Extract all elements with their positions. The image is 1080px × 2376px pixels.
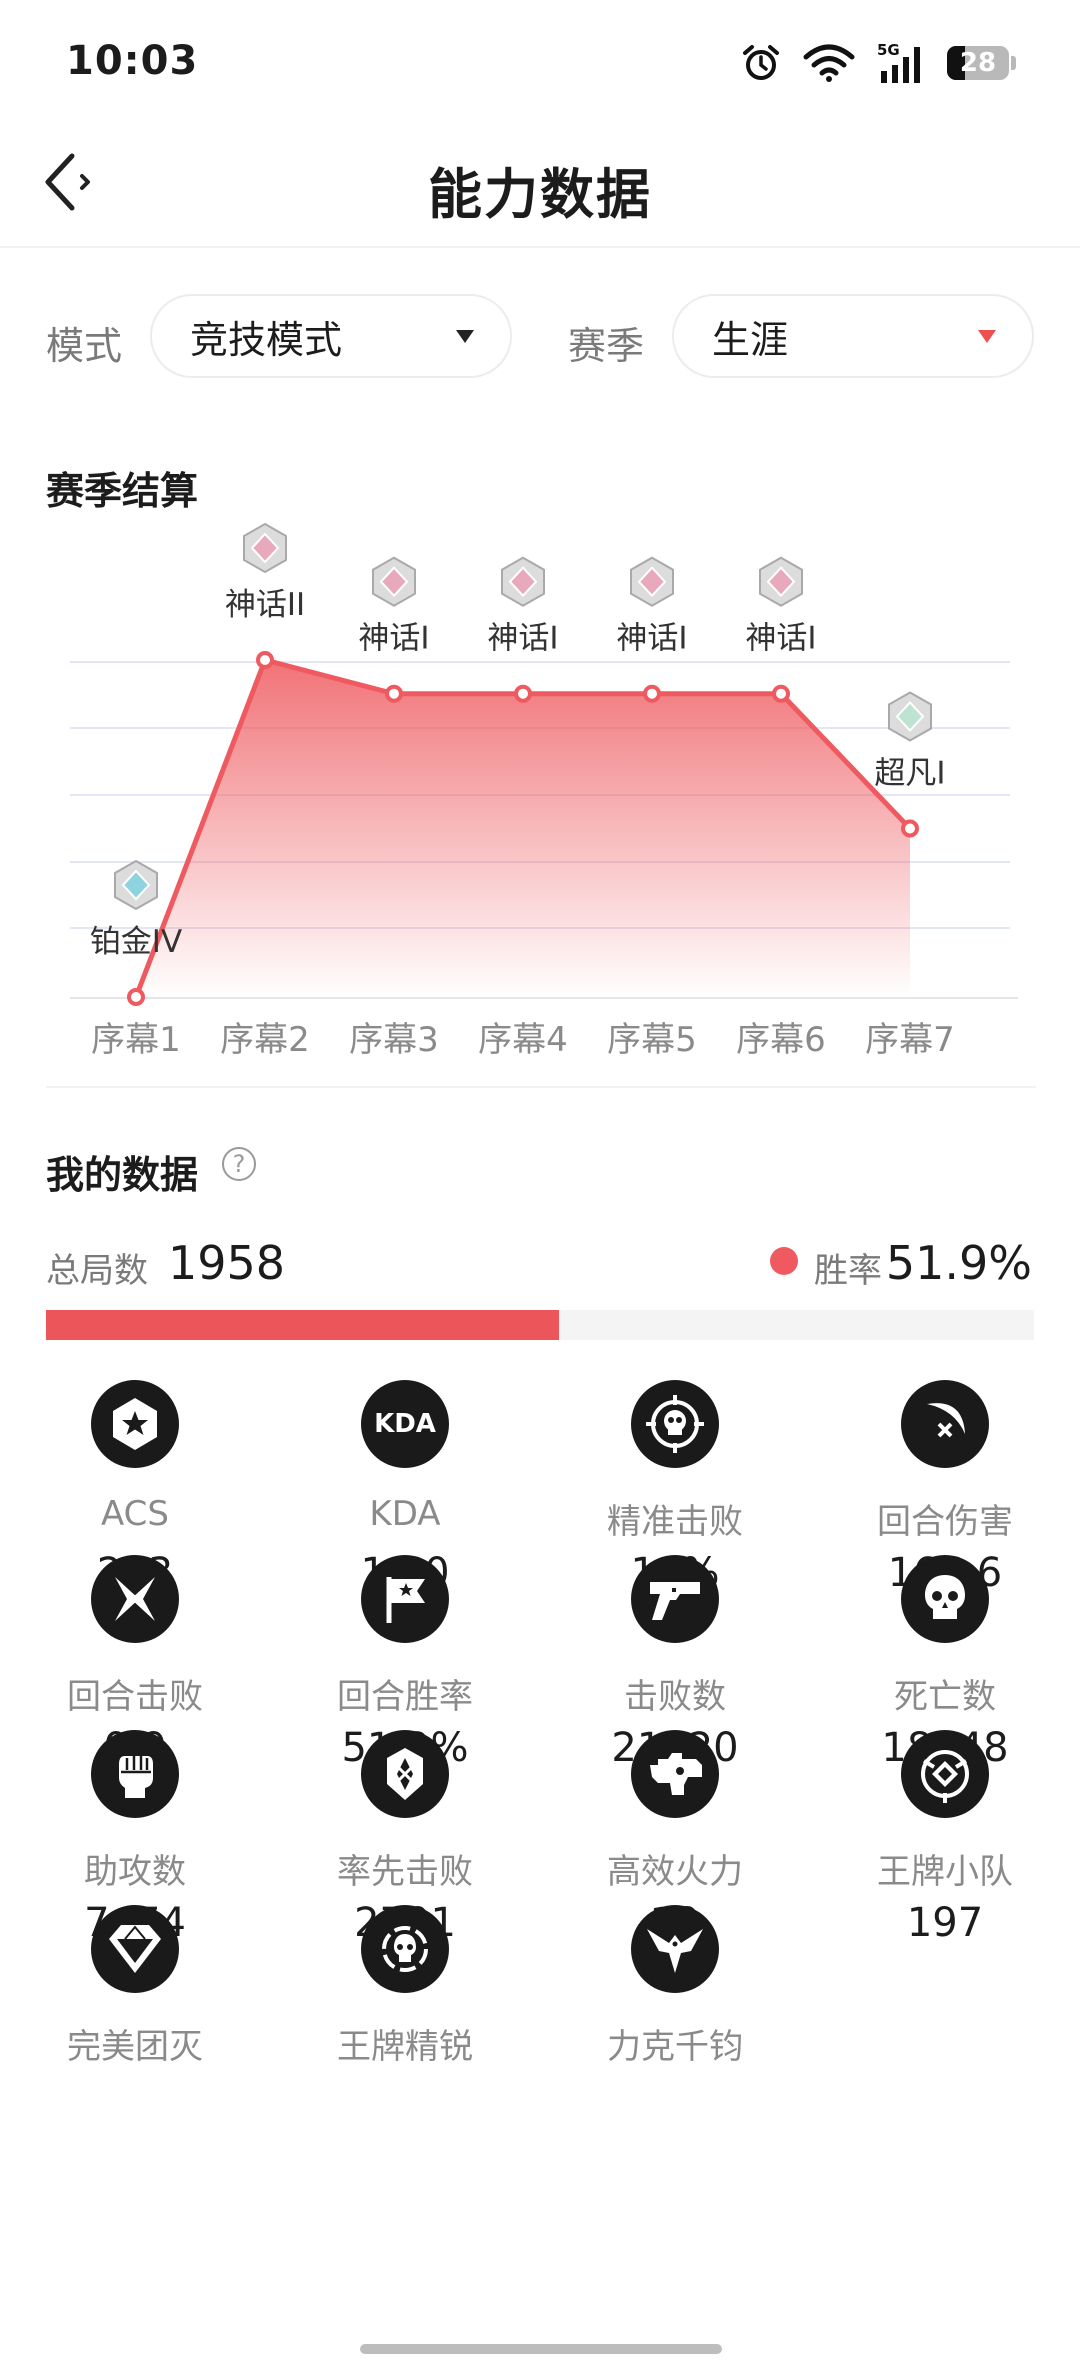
x-tick-label: 序幕4 [478, 1020, 568, 1060]
rank-label: 超凡I [874, 756, 945, 792]
chart-point [643, 684, 661, 703]
stat-item[interactable]: 王牌精锐 [270, 1905, 540, 2075]
signal-5g-icon: 5G [877, 41, 920, 83]
x-tick-label: 序幕3 [349, 1020, 439, 1060]
stat-label: KDA [369, 1494, 441, 1534]
header-divider [0, 246, 1080, 248]
chart-point [256, 651, 274, 669]
fist-icon [91, 1730, 179, 1818]
bottom-fade [0, 2290, 1080, 2376]
dropdown-arrow-icon [456, 330, 474, 343]
eagle-icon [631, 1905, 719, 1993]
stat-label: 力克千钧 [607, 2027, 743, 2067]
season-dropdown[interactable]: 生涯 [672, 294, 1034, 378]
x-tick-label: 序幕5 [607, 1020, 697, 1060]
help-icon[interactable]: ? [222, 1147, 256, 1181]
battery-level: 28 [959, 48, 997, 78]
stat-label: 高效火力 [607, 1852, 743, 1892]
stat-label: 王牌小队 [877, 1852, 1013, 1892]
chart-point [514, 684, 532, 703]
wifi-icon [803, 44, 855, 82]
home-indicator[interactable] [360, 2344, 722, 2354]
network-label: 5G [877, 41, 900, 59]
rank-label: 神话I [487, 621, 558, 657]
x-tick-label: 序幕1 [91, 1020, 181, 1060]
total-games-value: 1958 [168, 1236, 286, 1290]
dropdown-arrow-icon [978, 330, 996, 343]
stat-label: 精准击败 [607, 1502, 743, 1542]
stat-label: 回合胜率 [337, 1677, 473, 1717]
section-divider [46, 1086, 1036, 1088]
stat-label: 回合击败 [67, 1677, 203, 1717]
x-tick-label: 序幕7 [865, 1020, 955, 1060]
mode-label: 模式 [46, 324, 123, 368]
stat-item[interactable]: 王牌小队 197 [810, 1730, 1080, 1946]
rank-label: 铂金IV [90, 924, 182, 960]
chart-point [127, 988, 145, 1006]
win-rate-dot [770, 1247, 798, 1275]
x-tick-label: 序幕2 [220, 1020, 310, 1060]
stat-label: 助攻数 [84, 1852, 186, 1892]
pistol-icon [631, 1555, 719, 1643]
stat-label: ACS [101, 1494, 169, 1534]
chart-point [385, 684, 403, 703]
status-icons: 5G 28 [741, 40, 1016, 86]
stat-label: 击败数 [624, 1677, 726, 1717]
my-data-title: 我的数据 [46, 1153, 199, 1197]
skull-icon [901, 1555, 989, 1643]
stat-label: 率先击败 [337, 1852, 473, 1892]
crossed-blades-icon [91, 1555, 179, 1643]
ace-elite-icon [361, 1905, 449, 1993]
firepower-icon [631, 1730, 719, 1818]
chart-point [901, 819, 919, 838]
stat-item[interactable]: 力克千钧 [540, 1905, 810, 2075]
win-rate-bar-fill [46, 1310, 559, 1340]
win-rate-label: 胜率 [814, 1251, 882, 1291]
page-title: 能力数据 [428, 163, 652, 226]
season-label: 赛季 [568, 324, 645, 368]
stat-label: 王牌精锐 [337, 2027, 473, 2067]
alarm-icon [743, 45, 779, 80]
total-games-label: 总局数 [46, 1251, 148, 1291]
season-value: 生涯 [712, 317, 789, 362]
stat-label: 回合伤害 [877, 1502, 1013, 1542]
stat-item[interactable]: 完美团灭 [0, 1905, 270, 2075]
ace-squad-icon [901, 1730, 989, 1818]
crosshair-skull-icon [631, 1380, 719, 1468]
first-blood-icon [361, 1730, 449, 1818]
season-rank-chart: 铂金IV 序幕1 神话II 序幕2 神话I 序幕3 神话I 序幕4 神话I 序幕5 神话I 序幕6 超凡… [70, 522, 1018, 1060]
mode-dropdown[interactable]: 竞技模式 [150, 294, 512, 378]
flag-icon [361, 1555, 449, 1643]
status-time: 10:03 [66, 38, 199, 84]
chart-point [772, 684, 790, 703]
rank-label: 神话I [358, 621, 429, 657]
diamond-icon [91, 1905, 179, 1993]
rank-label: 神话II [225, 587, 305, 623]
stat-value: 197 [906, 1900, 984, 1946]
mode-value: 竞技模式 [190, 317, 343, 362]
slash-damage-icon [901, 1380, 989, 1468]
rank-label: 神话I [745, 621, 816, 657]
star-shield-icon [91, 1380, 179, 1468]
rank-label: 神话I [616, 621, 687, 657]
win-rate-value: 51.9% [885, 1236, 1032, 1290]
stat-label: 死亡数 [894, 1677, 996, 1717]
battery-icon: 28 [947, 46, 1016, 80]
stat-label: 完美团灭 [67, 2027, 203, 2067]
kda-icon-text: KDA [374, 1409, 436, 1439]
x-tick-label: 序幕6 [736, 1020, 826, 1060]
kda-icon: KDA [361, 1380, 449, 1468]
